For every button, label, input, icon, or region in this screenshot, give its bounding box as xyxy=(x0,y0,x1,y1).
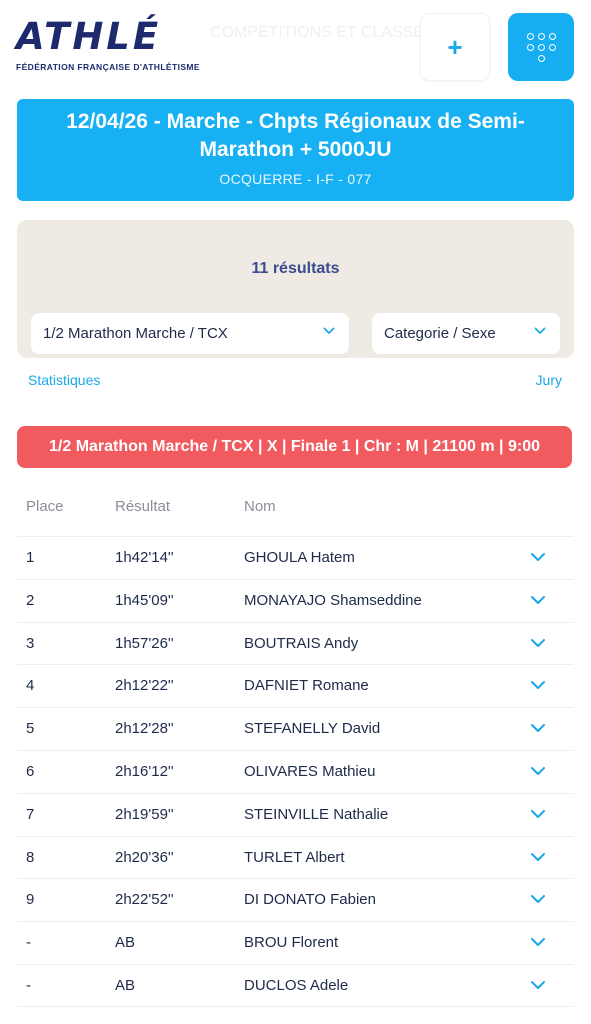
statistics-link[interactable]: Statistiques xyxy=(28,372,100,388)
chevron-down-icon[interactable] xyxy=(530,766,546,776)
table-row[interactable]: 4 2h12'22'' DAFNIET Romane xyxy=(17,664,574,708)
athle-logo[interactable]: ATHLÉ FÉDÉRATION FRANÇAISE D'ATHLÉTISME xyxy=(16,15,200,73)
row-place: 3 xyxy=(26,634,35,652)
row-name: DI DONATO Fabien xyxy=(244,891,376,909)
event-select[interactable]: 1/2 Marathon Marche / TCX xyxy=(31,313,349,354)
row-name: BROU Florent xyxy=(244,934,339,952)
row-result: 2h22'52'' xyxy=(115,891,174,909)
row-place: - xyxy=(26,976,31,994)
site-header: ATHLÉ FÉDÉRATION FRANÇAISE D'ATHLÉTISME … xyxy=(0,0,591,96)
chevron-down-icon[interactable] xyxy=(530,980,546,990)
row-result: 1h45'09'' xyxy=(115,591,174,609)
plus-icon: + xyxy=(447,31,463,62)
chevron-down-icon[interactable] xyxy=(530,638,546,648)
category-select-value: Categorie / Sexe xyxy=(384,325,496,342)
table-row[interactable]: 7 2h19'59'' STEINVILLE Nathalie xyxy=(17,792,574,836)
row-name: STEFANELLY David xyxy=(244,720,381,738)
row-place: 8 xyxy=(26,848,35,866)
chevron-down-icon[interactable] xyxy=(530,595,546,605)
chevron-down-icon[interactable] xyxy=(530,723,546,733)
chevron-down-icon[interactable] xyxy=(530,680,546,690)
column-header-result: Résultat xyxy=(115,498,171,515)
row-place: 5 xyxy=(26,720,35,738)
column-header-name: Nom xyxy=(244,498,276,515)
row-place: - xyxy=(26,934,31,952)
row-place: 9 xyxy=(26,891,35,909)
row-name: GHOULA Hatem xyxy=(244,549,355,566)
row-name: DAFNIET Romane xyxy=(244,677,369,695)
table-row[interactable]: - AB BROU Florent xyxy=(17,921,574,964)
row-place: 6 xyxy=(26,762,35,780)
table-row[interactable]: 9 2h22'52'' DI DONATO Fabien xyxy=(17,878,574,922)
row-result: AB xyxy=(115,976,136,994)
row-result: 2h12'28'' xyxy=(115,720,174,738)
table-row[interactable]: 5 2h12'28'' STEFANELLY David xyxy=(17,707,574,750)
row-result: 2h12'22'' xyxy=(115,677,174,695)
filter-panel: 11 résultats 1/2 Marathon Marche / TCX C… xyxy=(17,220,574,358)
table-row[interactable]: 8 2h20'36'' TURLET Albert xyxy=(17,835,574,879)
row-result: 2h20'36'' xyxy=(115,848,174,866)
chevron-down-icon[interactable] xyxy=(530,809,546,819)
plus-button[interactable]: + xyxy=(421,14,489,80)
logo-subtitle: FÉDÉRATION FRANÇAISE D'ATHLÉTISME xyxy=(16,62,200,72)
row-place: 4 xyxy=(26,677,35,695)
chevron-down-icon[interactable] xyxy=(530,937,546,947)
row-name: DUCLOS Adele xyxy=(244,976,349,994)
grid-dots-icon xyxy=(526,32,556,62)
table-row[interactable]: 1 1h42'14'' GHOULA Hatem xyxy=(17,536,574,579)
table-row[interactable]: 6 2h16'12'' OLIVARES Mathieu xyxy=(17,749,574,793)
logo-wordmark: ATHLÉ xyxy=(16,15,162,58)
row-name: BOUTRAIS Andy xyxy=(244,634,359,652)
table-row[interactable]: 3 1h57'26'' BOUTRAIS Andy xyxy=(17,621,574,665)
category-select[interactable]: Categorie / Sexe xyxy=(372,313,560,354)
row-result: 1h42'14'' xyxy=(115,549,174,566)
event-banner: 12/04/26 - Marche - Chpts Régionaux de S… xyxy=(17,99,574,201)
results-table: 1 1h42'14'' GHOULA Hatem 2 1h45'09'' MONAYAJO… xyxy=(17,536,574,1007)
row-result: AB xyxy=(115,934,136,952)
table-row[interactable]: 2 1h45'09'' MONAYAJO Shamseddine xyxy=(17,578,574,622)
chevron-down-icon[interactable] xyxy=(530,552,546,562)
chevron-down-icon[interactable] xyxy=(530,894,546,904)
jury-link[interactable]: Jury xyxy=(536,372,562,388)
event-select-value: 1/2 Marathon Marche / TCX xyxy=(43,325,228,342)
row-name: MONAYAJO Shamseddine xyxy=(244,591,422,609)
row-result: 1h57'26'' xyxy=(115,634,174,652)
event-title: 12/04/26 - Marche - Chpts Régionaux de S… xyxy=(66,110,525,161)
row-result: 2h19'59'' xyxy=(115,805,174,823)
menu-button[interactable] xyxy=(508,13,574,81)
event-location: OCQUERRE - I-F - 077 xyxy=(219,171,372,187)
chevron-down-icon[interactable] xyxy=(530,852,546,862)
row-place: 7 xyxy=(26,805,35,823)
row-name: OLIVARES Mathieu xyxy=(244,762,376,780)
row-result: 2h16'12'' xyxy=(115,762,174,780)
column-header-place: Place xyxy=(26,498,64,515)
chevron-down-icon xyxy=(534,327,546,334)
race-label: 1/2 Marathon Marche / TCX | X | Finale 1… xyxy=(49,438,540,455)
row-place: 2 xyxy=(26,591,35,609)
table-row[interactable]: - AB DUCLOS Adele xyxy=(17,963,574,1007)
row-name: TURLET Albert xyxy=(244,848,345,866)
row-name: STEINVILLE Nathalie xyxy=(244,805,389,823)
result-count: 11 résultats xyxy=(251,260,340,277)
race-header-bar: 1/2 Marathon Marche / TCX | X | Finale 1… xyxy=(17,426,572,468)
chevron-down-icon xyxy=(323,327,335,334)
row-place: 1 xyxy=(26,549,35,566)
